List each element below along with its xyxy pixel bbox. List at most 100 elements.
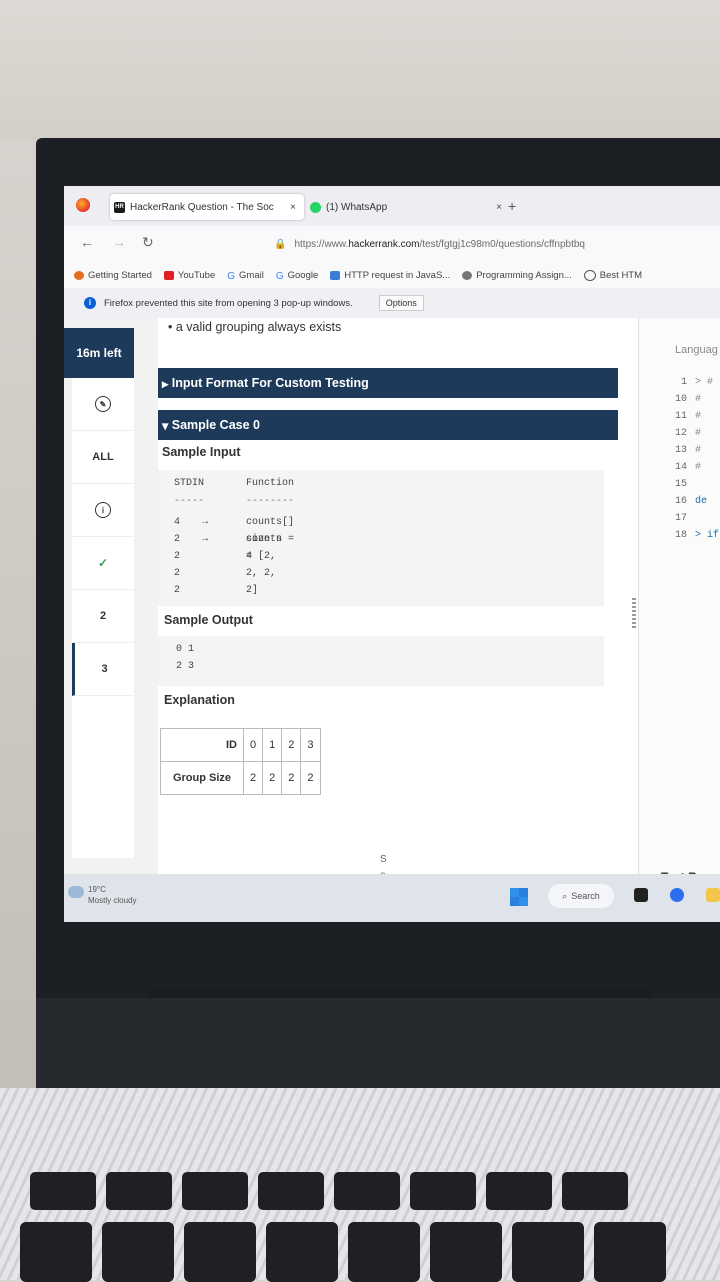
bookmark-google[interactable]: G Google xyxy=(276,270,318,282)
line-code: # xyxy=(695,428,702,439)
table-cell: 2 xyxy=(242,761,264,795)
wall-background xyxy=(0,0,720,140)
reload-icon[interactable]: ↻ xyxy=(142,234,154,251)
key xyxy=(562,1172,628,1210)
sample-input-stdin: 2 xyxy=(174,534,181,545)
nav-info[interactable]: i xyxy=(72,484,134,537)
table-cell: 2 xyxy=(281,728,302,762)
laptop-base xyxy=(36,998,720,1090)
bookmark-youtube[interactable]: YouTube xyxy=(163,270,215,281)
code-editor[interactable]: Languag 1 > # 10 #11 #12 #13 #14 #15 16 de 17 18 > i… xyxy=(638,318,720,922)
search-label: Search xyxy=(571,891,600,901)
sample-output-box: 0 1 2 3 xyxy=(158,636,604,686)
lock-icon: 🔒 xyxy=(274,238,287,250)
language-label[interactable]: Languag xyxy=(675,344,718,356)
nav-question-2[interactable]: 2 xyxy=(72,590,134,643)
number-key-row xyxy=(20,1222,666,1282)
file-explorer-icon[interactable] xyxy=(706,888,720,902)
triangle-down-icon: ▾ xyxy=(162,418,172,433)
bookmark-programming[interactable]: Programming Assign... xyxy=(462,270,572,281)
back-arrow-icon[interactable]: ← xyxy=(80,234,94,250)
sample-input-box: STDIN Function ----- -------- 4 → counts[]… xyxy=(158,470,604,606)
key xyxy=(30,1172,96,1210)
line-number: 12 xyxy=(674,428,687,439)
url-prefix: https://www. xyxy=(294,238,349,250)
section-title: Sample Case 0 xyxy=(171,418,260,432)
function-header: Function xyxy=(246,478,295,489)
line-number: 11 xyxy=(674,411,687,422)
nav-edit[interactable]: ✎ xyxy=(72,378,134,431)
popup-blocked-bar: i Firefox prevented this site from openi… xyxy=(64,288,720,319)
key xyxy=(106,1172,172,1210)
forward-arrow-icon[interactable]: → xyxy=(112,234,126,250)
nav-completed[interactable]: ✓ xyxy=(72,537,134,590)
weather-widget[interactable]: 19°C Mostly cloudy xyxy=(68,884,137,906)
table-cell: ID xyxy=(160,728,244,762)
page-body: 16m left ✎ ALL i ✓ 2 3 • a valid groupin… xyxy=(64,318,720,922)
table-cell: 0 xyxy=(242,728,264,762)
line-number: 14 xyxy=(674,462,687,473)
table-cell: 2 xyxy=(300,761,321,795)
sample-input-label: Sample Input xyxy=(162,445,241,459)
windows-start-icon[interactable] xyxy=(510,888,528,906)
line-number: 10 xyxy=(674,394,687,405)
laptop-keyboard-deck xyxy=(0,1088,720,1282)
problem-content: • a valid grouping always exists ▸ Input… xyxy=(158,318,638,922)
nav-all[interactable]: ALL xyxy=(72,431,134,484)
sample-input-stdin: 2 xyxy=(174,585,181,596)
function-key-row xyxy=(30,1172,628,1210)
bookmark-http-request[interactable]: HTTP request in JavaS... xyxy=(330,270,450,281)
stdin-header: STDIN xyxy=(174,478,205,489)
table-row: ID 0 1 2 3 xyxy=(160,728,321,762)
sample-output-label: Sample Output xyxy=(164,613,253,627)
editor-line: 15 xyxy=(669,476,719,493)
info-icon: i xyxy=(84,297,96,309)
tab-whatsapp[interactable]: (1) WhatsApp × xyxy=(308,194,510,220)
editor-line: 17 xyxy=(669,510,719,527)
weather-condition: Mostly cloudy xyxy=(88,896,137,905)
table-cell: 1 xyxy=(262,728,283,762)
new-tab-button[interactable]: + xyxy=(508,198,516,214)
bookmark-best-html[interactable]: Best HTM xyxy=(583,269,642,281)
taskbar-search[interactable]: ⌕ Search xyxy=(548,884,614,908)
arrow-icon: → xyxy=(202,517,209,528)
url-domain: hackerrank.com xyxy=(348,238,420,250)
pane-resize-handle[interactable] xyxy=(632,598,636,628)
sample-input-stdin: 2 xyxy=(174,568,181,579)
key xyxy=(266,1222,338,1282)
sample-case-section[interactable]: ▾ Sample Case 0 xyxy=(158,410,618,440)
key xyxy=(182,1172,248,1210)
tab-hackerrank[interactable]: HR HackerRank Question - The Soc × xyxy=(110,194,304,220)
close-tab-icon[interactable]: × xyxy=(496,202,502,213)
search-icon: ⌕ xyxy=(562,890,568,901)
stdin-separator: ----- xyxy=(174,496,205,507)
firefox-icon[interactable] xyxy=(76,198,90,212)
editor-line: 16 de xyxy=(669,493,719,510)
options-button[interactable]: Options xyxy=(378,295,424,311)
task-view-icon[interactable] xyxy=(634,888,648,902)
line-code: > if xyxy=(695,530,720,541)
url-bar[interactable]: 🔒 https://www. hackerrank.com /test/fgtg… xyxy=(274,234,720,254)
input-format-section[interactable]: ▸ Input Format For Custom Testing xyxy=(158,368,618,398)
laptop-screen: HR HackerRank Question - The Soc × (1) W… xyxy=(64,186,720,922)
close-tab-icon[interactable]: × xyxy=(290,202,296,213)
function-separator: -------- xyxy=(246,496,295,507)
table-cell: Group Size xyxy=(160,761,244,795)
line-code: de xyxy=(695,496,708,507)
key xyxy=(334,1172,400,1210)
info-icon: i xyxy=(95,502,111,518)
nav-question-3[interactable]: 3 xyxy=(72,643,134,696)
timer: 16m left xyxy=(64,328,134,378)
bookmark-getting-started[interactable]: Getting Started xyxy=(74,270,152,281)
popup-blocked-message: Firefox prevented this site from opening… xyxy=(104,297,353,309)
editor-line: 11 # xyxy=(669,408,719,425)
chat-icon[interactable] xyxy=(670,888,684,902)
question-nav: ✎ ALL i ✓ 2 3 xyxy=(72,378,134,858)
key xyxy=(512,1222,584,1282)
editor-line: 10 # xyxy=(669,391,719,408)
key xyxy=(20,1222,92,1282)
editor-line: 18 > if xyxy=(669,527,719,544)
bookmark-gmail[interactable]: G Gmail xyxy=(227,270,264,282)
line-code: # xyxy=(695,411,702,422)
line-number: 17 xyxy=(674,513,687,524)
